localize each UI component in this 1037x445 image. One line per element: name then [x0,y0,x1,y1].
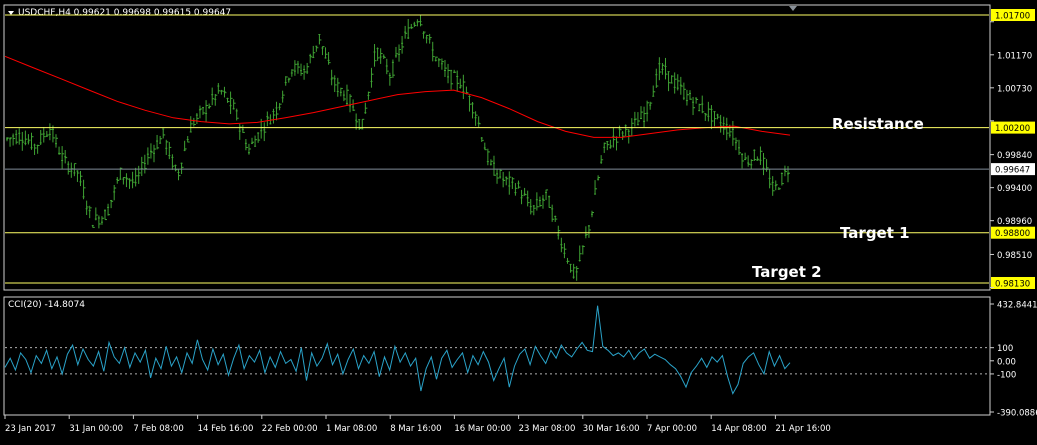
level-tag-text: 0.98130 [995,279,1030,289]
price-tick-label: 1.01170 [997,51,1032,61]
target1-label: Target 1 [840,224,910,242]
time-tick-label: 1 Mar 08:00 [326,424,377,434]
time-tick-label: 16 Mar 00:00 [454,424,511,434]
level-tag-text: 1.01700 [995,12,1030,22]
time-tick-label: 7 Apr 00:00 [647,424,697,434]
level-price-tag: 0.99647 [991,163,1035,176]
time-tick-label: 14 Apr 08:00 [711,424,766,434]
level-tag-text: 1.00200 [995,124,1030,134]
level-price-tag: 1.01700 [991,9,1035,22]
price-tick-label: 0.99400 [997,184,1032,194]
time-tick-label: 7 Feb 08:00 [133,424,183,434]
cci-tick-label: 432.8441 [997,301,1037,311]
price-tick-label: 0.98960 [997,217,1032,227]
price-tick-label: 1.00730 [997,84,1032,94]
level-tag-text: 0.98800 [995,229,1030,239]
target2-label: Target 2 [752,263,822,281]
cci-tick-label: 100 [997,344,1013,354]
time-tick-label: 22 Feb 00:00 [262,424,318,434]
symbol-info: USDCHF,H4 0.99621 0.99698 0.99615 0.9964… [18,8,231,18]
level-price-tag: 0.98130 [991,276,1035,289]
cci-tick-label: -390.0886 [997,409,1037,419]
cci-label: CCI(20) -14.8074 [8,300,85,310]
time-tick-label: 14 Feb 16:00 [198,424,254,434]
level-tag-text: 0.99647 [995,166,1030,176]
trading-chart-window[interactable]: USDCHF,H4 0.99621 0.99698 0.99615 0.9964… [0,0,1037,441]
cci-tick-label: 0.00 [997,357,1016,367]
time-tick-label: 8 Mar 16:00 [390,424,441,434]
time-tick-label: 30 Mar 16:00 [583,424,640,434]
time-tick-label: 21 Apr 16:00 [775,424,830,434]
level-price-tag: 0.98800 [991,226,1035,239]
time-tick-label: 31 Jan 00:00 [69,424,123,434]
price-tick-label: 0.99840 [997,151,1032,161]
level-price-tag: 1.00200 [991,121,1035,134]
time-tick-label: 23 Mar 08:00 [519,424,576,434]
cci-tick-label: -100 [997,370,1016,380]
resistance-label: Resistance [832,115,924,133]
chart-canvas[interactable]: USDCHF,H4 0.99621 0.99698 0.99615 0.9964… [0,0,1037,441]
price-tick-label: 0.98510 [997,251,1032,261]
time-tick-label: 23 Jan 2017 [5,424,56,434]
